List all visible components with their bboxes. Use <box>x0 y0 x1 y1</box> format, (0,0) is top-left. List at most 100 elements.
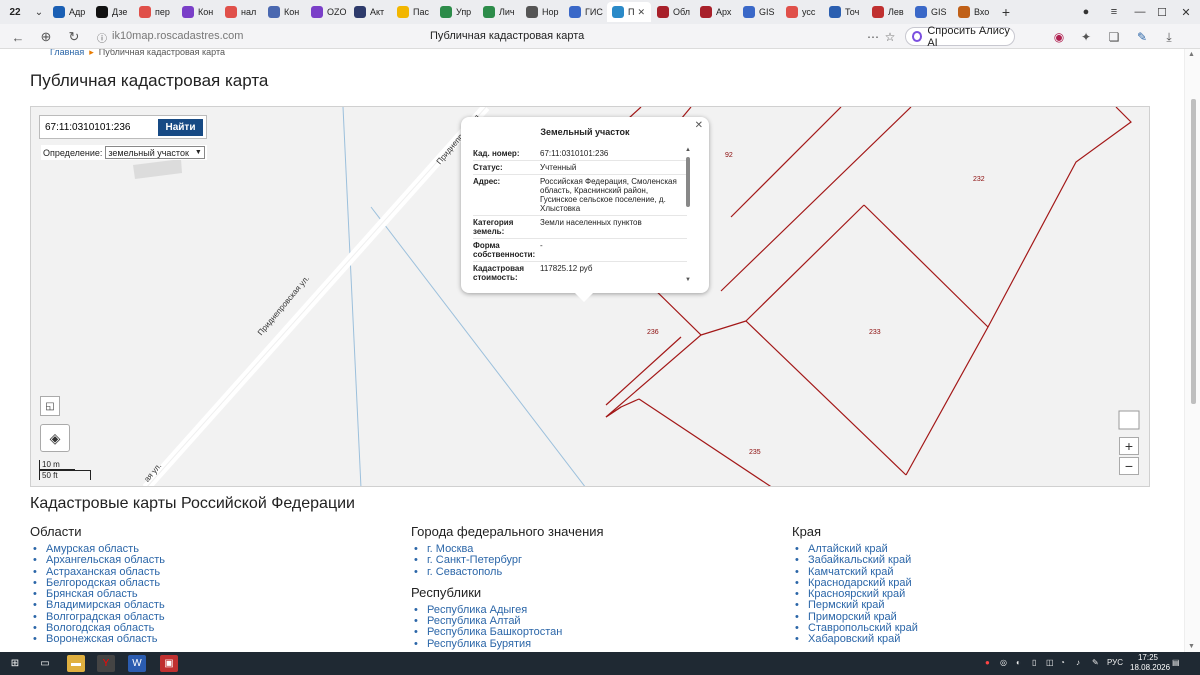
file-explorer-icon[interactable]: ▬ <box>67 655 85 672</box>
cadastral-number-input[interactable] <box>43 119 153 135</box>
popup-key: Кад. номер: <box>473 149 520 158</box>
volume-icon[interactable]: ♪ <box>1076 658 1080 667</box>
browser-tab[interactable]: усс <box>781 2 823 22</box>
yandex-browser-icon[interactable]: Y <box>97 655 115 672</box>
puzzle-icon[interactable]: ✦ <box>1077 28 1095 46</box>
layers-icon[interactable]: ◈ <box>40 424 70 452</box>
browser-tab[interactable]: Лич <box>478 2 520 22</box>
reload-icon[interactable]: ↻ <box>64 27 84 47</box>
region-link[interactable]: Республика Бурятия <box>411 638 604 650</box>
browser-tab[interactable]: нал <box>220 2 262 22</box>
browser-tab[interactable]: П ✕ <box>607 2 651 22</box>
region-link[interactable]: Забайкальский край <box>792 554 918 566</box>
browser-tab[interactable]: Адр <box>48 2 90 22</box>
browser-tab[interactable]: ГИС <box>564 2 606 22</box>
ask-alice-button[interactable]: Спросить Алису AI <box>905 25 1015 49</box>
tabs-menu-icon[interactable]: ● <box>1072 0 1100 24</box>
tab-counter[interactable]: 22 <box>0 0 30 24</box>
close-tab-icon[interactable]: ✕ <box>637 7 645 18</box>
region-link[interactable]: Архангельская область <box>30 554 165 566</box>
more-icon[interactable]: ⋯ <box>864 28 882 46</box>
browser-tab[interactable]: Арх <box>695 2 737 22</box>
popup-scrollbar[interactable]: ▲ ▼ <box>685 147 691 283</box>
browser-tab[interactable]: Обл <box>652 2 694 22</box>
parcel-label: 235 <box>749 449 761 456</box>
site-info-icon[interactable]: ⓘ <box>92 27 112 47</box>
browser-tab[interactable]: Пас <box>392 2 434 22</box>
clock[interactable]: 17:25 18.08.2026 <box>1130 653 1170 673</box>
windows-start-icon[interactable]: ⊞ <box>6 655 24 672</box>
browser-tab[interactable]: GIS <box>910 2 952 22</box>
region-link[interactable]: г. Севастополь <box>411 566 604 578</box>
tray-icon[interactable]: ◐ <box>1016 658 1021 667</box>
tray-icon[interactable]: ◎ <box>1000 658 1007 667</box>
cadastral-map[interactable]: 92 232 236 233 235 Приднепровская Придне… <box>30 106 1150 487</box>
word-icon[interactable]: W <box>128 655 146 672</box>
browser-tab[interactable]: Вхо <box>953 2 995 22</box>
browser-tab[interactable]: пер <box>134 2 176 22</box>
new-tab-icon[interactable]: + <box>996 4 1016 20</box>
yandex-tray-icon[interactable]: ● <box>985 658 990 667</box>
tab-label: GIS <box>931 7 947 17</box>
extension-icon[interactable]: ◉ <box>1050 28 1068 46</box>
breadcrumb-home-link[interactable]: Главная <box>50 49 84 57</box>
browser-tab[interactable]: GIS <box>738 2 780 22</box>
section-title: Кадастровые карты Российской Федерации <box>30 495 355 512</box>
zoom-out-icon[interactable]: − <box>1119 457 1139 475</box>
scroll-up-icon[interactable]: ▲ <box>685 147 691 153</box>
definition-select[interactable]: земельный участок ▼ <box>105 146 205 159</box>
scroll-down-icon[interactable]: ▼ <box>685 277 691 283</box>
close-window-icon[interactable]: ✕ <box>1172 0 1200 24</box>
browser-tab[interactable]: Акт <box>349 2 391 22</box>
column-heading: Края <box>792 524 822 539</box>
menu-icon[interactable]: ≡ <box>1100 0 1128 24</box>
select-area-tool-icon[interactable]: ◱ <box>40 396 60 416</box>
definition-selected-value: земельный участок <box>108 147 189 158</box>
url-text[interactable]: ik10map.roscadastres.com <box>112 30 243 42</box>
page-scroll-thumb[interactable] <box>1191 99 1196 404</box>
translate-icon[interactable]: ✎ <box>1133 28 1151 46</box>
yandex-protect-icon[interactable]: ⊕ <box>36 27 56 47</box>
task-view-icon[interactable]: ▭ <box>36 655 54 672</box>
search-button[interactable]: Найти <box>158 119 203 136</box>
popup-scroll-thumb[interactable] <box>686 157 690 207</box>
scale-metric: 10 m <box>39 460 75 470</box>
browser-tab[interactable]: Кон <box>177 2 219 22</box>
scroll-up-icon[interactable]: ▲ <box>1188 51 1195 58</box>
scale-bar: 10 m 50 ft <box>39 460 91 480</box>
app-icon[interactable]: ▣ <box>160 655 178 672</box>
browser-tab[interactable]: Нор <box>521 2 563 22</box>
wifi-icon[interactable]: ◔ <box>1060 658 1065 667</box>
zoom-in-icon[interactable]: + <box>1119 437 1139 455</box>
language-indicator[interactable]: РУС <box>1107 658 1123 667</box>
browser-tab[interactable]: Точ <box>824 2 866 22</box>
fullscreen-tool <box>1118 410 1140 430</box>
collections-icon[interactable]: ❏ <box>1105 28 1123 46</box>
region-link[interactable]: г. Санкт-Петербург <box>411 554 604 566</box>
tab-label: Акт <box>370 7 385 17</box>
downloads-icon[interactable]: ⤓ <box>1160 28 1178 46</box>
page-scrollbar[interactable]: ▲ ▼ <box>1184 49 1200 652</box>
browser-tab[interactable]: Лев <box>867 2 909 22</box>
back-icon[interactable]: ← <box>8 27 28 47</box>
browser-tab[interactable]: Упр <box>435 2 477 22</box>
browser-tab[interactable]: Дзе <box>91 2 133 22</box>
search-box: Найти <box>39 115 207 139</box>
popup-key: Кадастровая стоимость: <box>473 264 525 282</box>
scroll-down-icon[interactable]: ▼ <box>1188 643 1195 650</box>
network-icon[interactable]: ◫ <box>1046 658 1054 667</box>
browser-tab[interactable]: OZO <box>306 2 348 22</box>
popup-key: Форма собственности: <box>473 241 536 259</box>
city-list: г. Москваг. Санкт-Петербургг. Севастопол… <box>411 543 604 578</box>
region-link[interactable]: Воронежская область <box>30 634 165 646</box>
browser-tab[interactable]: Кон <box>263 2 305 22</box>
notifications-icon[interactable]: ▤ <box>1172 658 1180 667</box>
popup-value: 67:11:0310101:236 <box>540 149 609 158</box>
tab-label: Кон <box>284 7 300 17</box>
parcel-label: 233 <box>869 329 881 336</box>
battery-icon[interactable]: ▯ <box>1032 658 1036 667</box>
region-link[interactable]: Хабаровский край <box>792 634 918 646</box>
pen-icon[interactable]: ✎ <box>1092 658 1099 667</box>
bookmark-icon[interactable]: ☆ <box>881 28 899 46</box>
chevron-down-icon[interactable]: ⌄ <box>30 0 48 24</box>
